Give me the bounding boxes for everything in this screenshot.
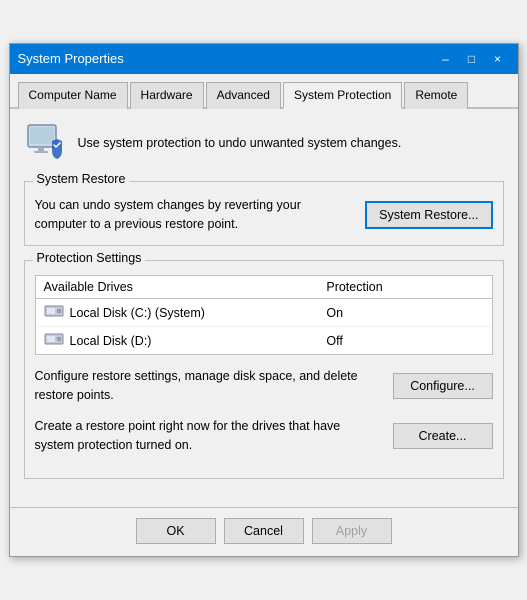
table-row[interactable]: Local Disk (C:) (System) On — [36, 299, 492, 327]
protection-settings-label: Protection Settings — [33, 251, 146, 265]
table-row[interactable]: Local Disk (D:) Off — [36, 327, 492, 354]
ok-button[interactable]: OK — [136, 518, 216, 544]
system-properties-window: System Properties – □ × Computer Name Ha… — [9, 43, 519, 558]
cancel-button[interactable]: Cancel — [224, 518, 304, 544]
restore-description: You can undo system changes by reverting… — [35, 196, 356, 234]
column-header-protection: Protection — [326, 280, 483, 294]
protection-settings-group: Protection Settings Available Drives Pro… — [24, 260, 504, 479]
tab-advanced[interactable]: Advanced — [206, 82, 281, 109]
drive-icon-d — [44, 331, 64, 350]
column-header-drive: Available Drives — [44, 280, 327, 294]
drive-name-d: Local Disk (D:) — [70, 334, 152, 348]
create-section: Create a restore point right now for the… — [35, 417, 493, 455]
system-restore-group: System Restore You can undo system chang… — [24, 181, 504, 247]
window-title: System Properties — [18, 51, 124, 66]
title-bar: System Properties – □ × — [10, 44, 518, 74]
minimize-button[interactable]: – — [434, 49, 458, 69]
tab-system-protection[interactable]: System Protection — [283, 82, 402, 109]
drive-icon-c — [44, 303, 64, 322]
header-description: Use system protection to undo unwanted s… — [78, 134, 402, 153]
create-description: Create a restore point right now for the… — [35, 417, 383, 455]
configure-description: Configure restore settings, manage disk … — [35, 367, 383, 405]
computer-shield-icon — [24, 123, 66, 165]
title-bar-controls: – □ × — [434, 49, 510, 69]
tab-content: Use system protection to undo unwanted s… — [10, 109, 518, 508]
close-button[interactable]: × — [486, 49, 510, 69]
create-button[interactable]: Create... — [393, 423, 493, 449]
drives-table: Available Drives Protection Local Disk (… — [35, 275, 493, 355]
maximize-button[interactable]: □ — [460, 49, 484, 69]
protection-status-d: Off — [326, 334, 483, 348]
tab-hardware[interactable]: Hardware — [130, 82, 204, 109]
drive-cell-d: Local Disk (D:) — [44, 331, 327, 350]
apply-button[interactable]: Apply — [312, 518, 392, 544]
tab-computer-name[interactable]: Computer Name — [18, 82, 128, 109]
restore-section: You can undo system changes by reverting… — [35, 182, 493, 234]
protection-status-c: On — [326, 306, 483, 320]
dialog-buttons: OK Cancel Apply — [10, 507, 518, 556]
tab-remote[interactable]: Remote — [404, 82, 468, 109]
drive-name-c: Local Disk (C:) (System) — [70, 306, 205, 320]
tab-bar: Computer Name Hardware Advanced System P… — [10, 74, 518, 109]
configure-button[interactable]: Configure... — [393, 373, 493, 399]
system-restore-button[interactable]: System Restore... — [365, 201, 492, 229]
header-section: Use system protection to undo unwanted s… — [24, 123, 504, 165]
drive-cell-c: Local Disk (C:) (System) — [44, 303, 327, 322]
configure-section: Configure restore settings, manage disk … — [35, 367, 493, 405]
drives-table-header: Available Drives Protection — [36, 276, 492, 299]
system-restore-label: System Restore — [33, 172, 130, 186]
